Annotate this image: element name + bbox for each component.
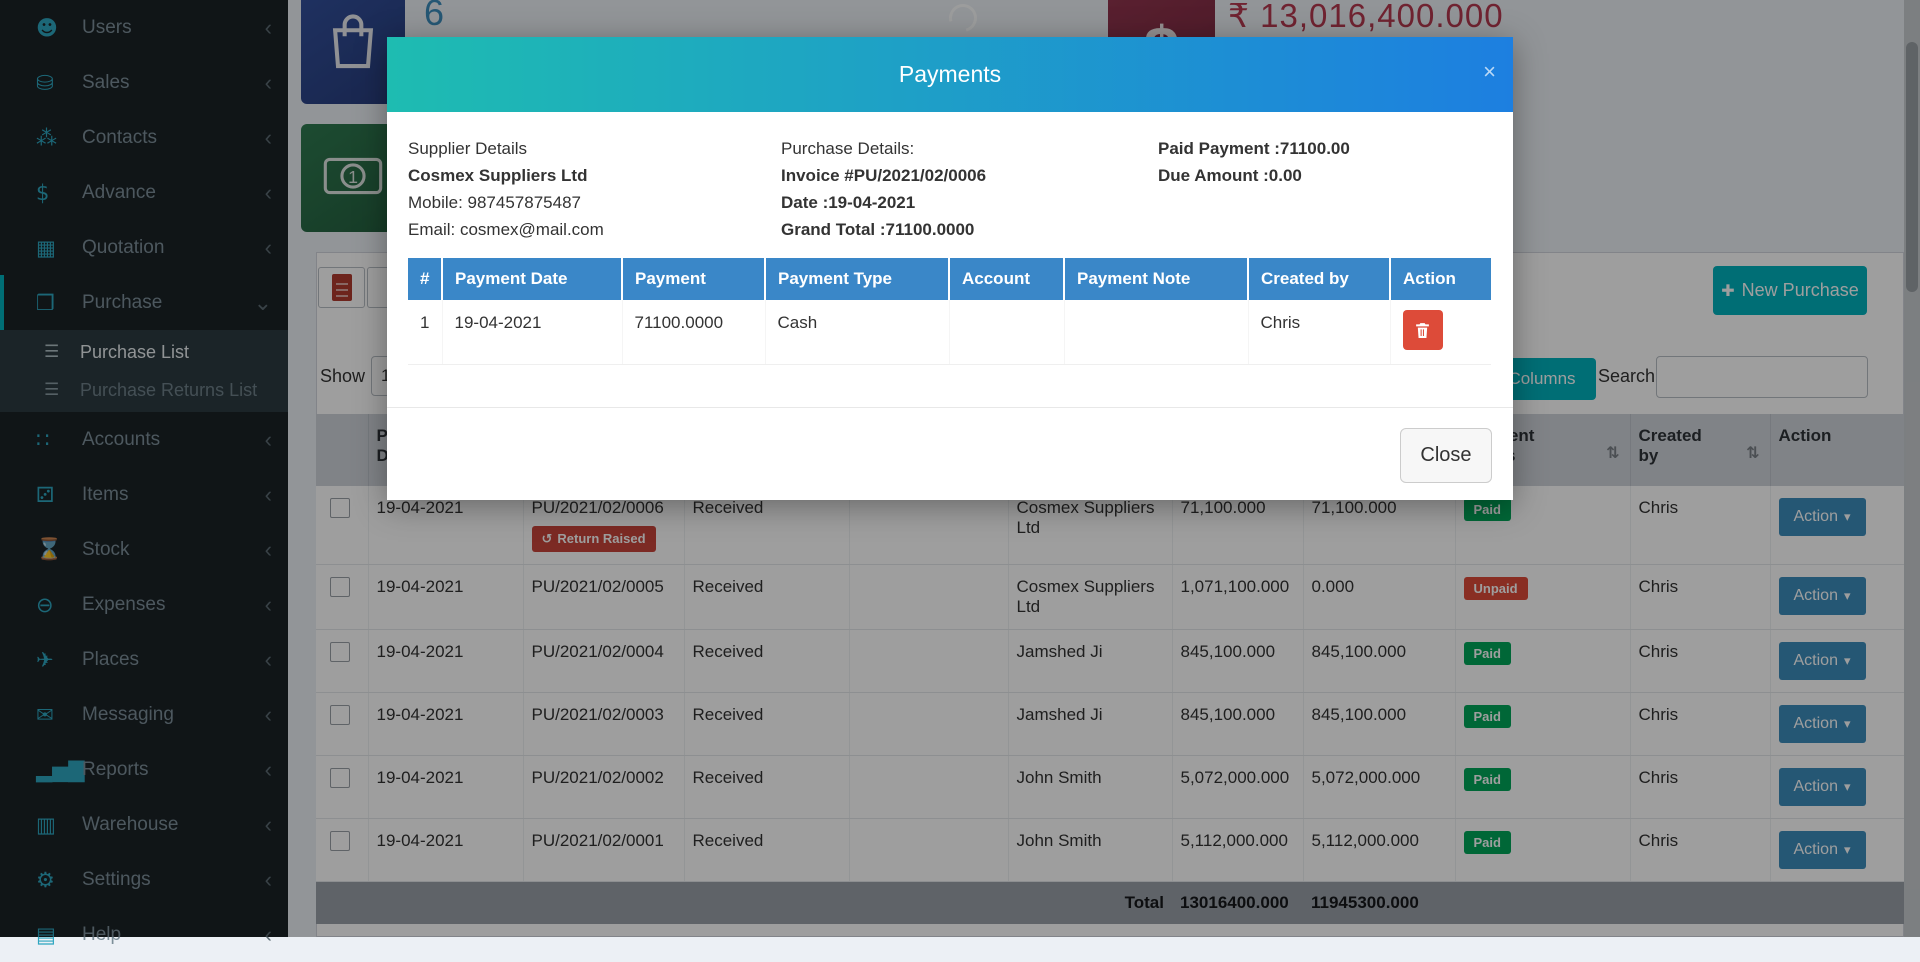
- payments-column-header: Action: [1390, 258, 1491, 300]
- supplier-mobile: Mobile: 987457875487: [408, 189, 604, 216]
- payment-num-cell: 1: [408, 300, 442, 364]
- due-amount: Due Amount :0.00: [1158, 162, 1350, 189]
- purchase-grand-total: Grand Total :71100.0000: [781, 216, 986, 243]
- payments-column-header: Payment Date: [442, 258, 622, 300]
- payments-column-header: Created by: [1248, 258, 1390, 300]
- modal-header: Payments ×: [387, 37, 1513, 112]
- payment-summary: Paid Payment :71100.00 Due Amount :0.00: [1158, 135, 1350, 189]
- payments-row: 119-04-202171100.0000Cash Chris: [408, 300, 1491, 364]
- supplier-name: Cosmex Suppliers Ltd: [408, 162, 604, 189]
- payments-column-header: Account: [949, 258, 1064, 300]
- purchase-date: Date :19-04-2021: [781, 189, 986, 216]
- payments-modal: Payments × Supplier Details Cosmex Suppl…: [387, 37, 1513, 500]
- close-button[interactable]: Close: [1400, 428, 1492, 483]
- supplier-details: Supplier Details Cosmex Suppliers Ltd Mo…: [408, 135, 604, 243]
- payments-table-header: #Payment DatePaymentPayment TypeAccountP…: [408, 258, 1491, 300]
- account-cell: [949, 300, 1064, 364]
- payments-column-header: Payment Type: [765, 258, 949, 300]
- supplier-details-heading: Supplier Details: [408, 135, 604, 162]
- modal-title: Payments: [899, 61, 1001, 88]
- payments-header-row: #Payment DatePaymentPayment TypeAccountP…: [408, 258, 1491, 300]
- payment-note-cell: [1064, 300, 1248, 364]
- delete-payment-button[interactable]: [1403, 310, 1443, 350]
- payment-type-cell: Cash: [765, 300, 949, 364]
- payment-date-cell: 19-04-2021: [442, 300, 622, 364]
- payment-amount-cell: 71100.0000: [622, 300, 765, 364]
- payments-table-body: 119-04-202171100.0000Cash Chris: [408, 300, 1491, 364]
- created-by-cell: Chris: [1248, 300, 1390, 364]
- modal-footer-divider: [387, 407, 1513, 408]
- purchase-details-heading: Purchase Details:: [781, 135, 986, 162]
- supplier-email: Email: cosmex@mail.com: [408, 216, 604, 243]
- payments-table: #Payment DatePaymentPayment TypeAccountP…: [408, 258, 1491, 365]
- payment-action-cell: [1390, 300, 1491, 364]
- payments-column-header: Payment Note: [1064, 258, 1248, 300]
- close-icon[interactable]: ×: [1483, 61, 1496, 83]
- purchase-details: Purchase Details: Invoice #PU/2021/02/00…: [781, 135, 986, 243]
- paid-payment: Paid Payment :71100.00: [1158, 135, 1350, 162]
- payments-column-header: #: [408, 258, 442, 300]
- payments-column-header: Payment: [622, 258, 765, 300]
- purchase-invoice: Invoice #PU/2021/02/0006: [781, 162, 986, 189]
